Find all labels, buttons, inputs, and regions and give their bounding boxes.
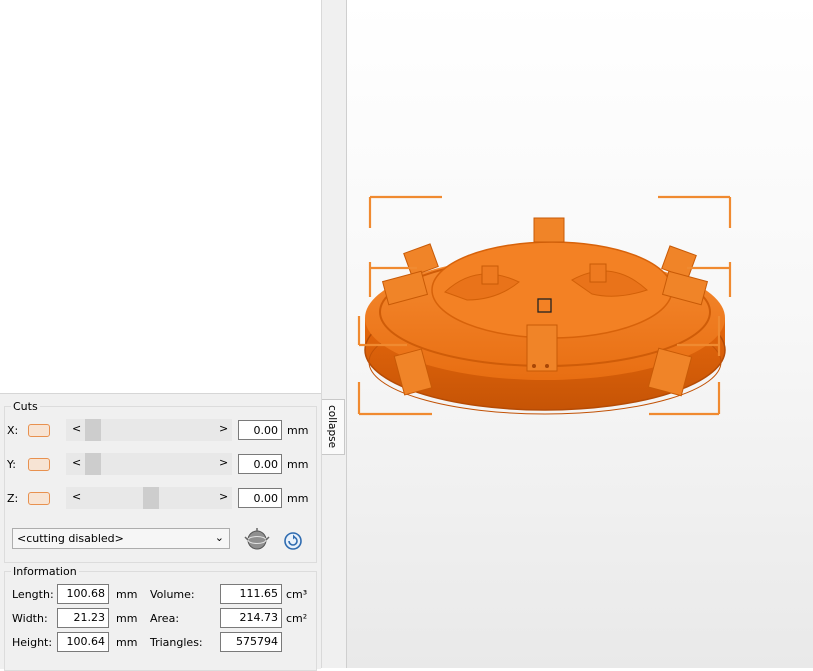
information-title: Information [11,565,79,578]
y-axis-label: Y: [7,458,16,471]
area-unit: cm² [286,612,308,625]
cutting-mode-value: <cutting disabled> [17,532,124,545]
z-axis-toggle[interactable] [28,492,50,505]
x-axis-toggle[interactable] [28,424,50,437]
y-slider-left-arrow[interactable]: < [72,456,81,469]
y-slider-thumb[interactable] [85,453,101,475]
z-cut-value-input[interactable] [238,488,282,508]
model-peg-right [589,263,607,283]
3d-model-render[interactable] [347,0,813,668]
width-unit: mm [116,612,138,625]
collapse-button[interactable]: collapse [322,399,345,455]
model-clip-top [533,217,565,243]
height-unit: mm [116,636,138,649]
volume-unit: cm³ [286,588,308,601]
x-slider-thumb[interactable] [85,419,101,441]
3d-viewport[interactable] [347,0,813,668]
x-cut-slider[interactable]: < > [66,419,232,441]
sphere-cut-icon[interactable] [244,528,270,552]
y-cut-value-input[interactable] [238,454,282,474]
width-label: Width: [12,612,48,625]
width-value: 21.23 [57,608,109,628]
volume-label: Volume: [150,588,195,601]
z-slider-left-arrow[interactable]: < [72,490,81,503]
z-unit: mm [287,492,309,505]
y-unit: mm [287,458,309,471]
triangles-label: Triangles: [150,636,203,649]
volume-value: 111.65 [220,584,282,604]
y-slider-right-arrow[interactable]: > [219,456,228,469]
model-screw-hole [532,364,536,368]
length-unit: mm [116,588,138,601]
z-axis-label: Z: [7,492,19,505]
height-label: Height: [12,636,53,649]
x-slider-right-arrow[interactable]: > [219,422,228,435]
model-screw-hole [545,364,549,368]
panel-splitter[interactable] [321,0,347,668]
x-unit: mm [287,424,309,437]
chevron-down-icon: ⌄ [214,531,224,544]
model-clip-front [526,324,558,372]
area-value: 214.73 [220,608,282,628]
reset-rotation-icon[interactable] [282,530,304,552]
z-slider-thumb[interactable] [142,487,159,509]
cuts-title: Cuts [11,400,40,413]
model-peg-left [481,265,499,285]
y-cut-slider[interactable]: < > [66,453,232,475]
z-slider-right-arrow[interactable]: > [219,490,228,503]
length-value: 100.68 [57,584,109,604]
height-value: 100.64 [57,632,109,652]
area-label: Area: [150,612,180,625]
x-cut-value-input[interactable] [238,420,282,440]
length-label: Length: [12,588,54,601]
x-slider-left-arrow[interactable]: < [72,422,81,435]
cutting-mode-select[interactable]: <cutting disabled> ⌄ [12,528,230,549]
triangles-value: 575794 [220,632,282,652]
x-axis-label: X: [7,424,19,437]
collapse-label: collapse [326,405,338,449]
z-cut-slider[interactable]: < > [66,487,232,509]
y-axis-toggle[interactable] [28,458,50,471]
